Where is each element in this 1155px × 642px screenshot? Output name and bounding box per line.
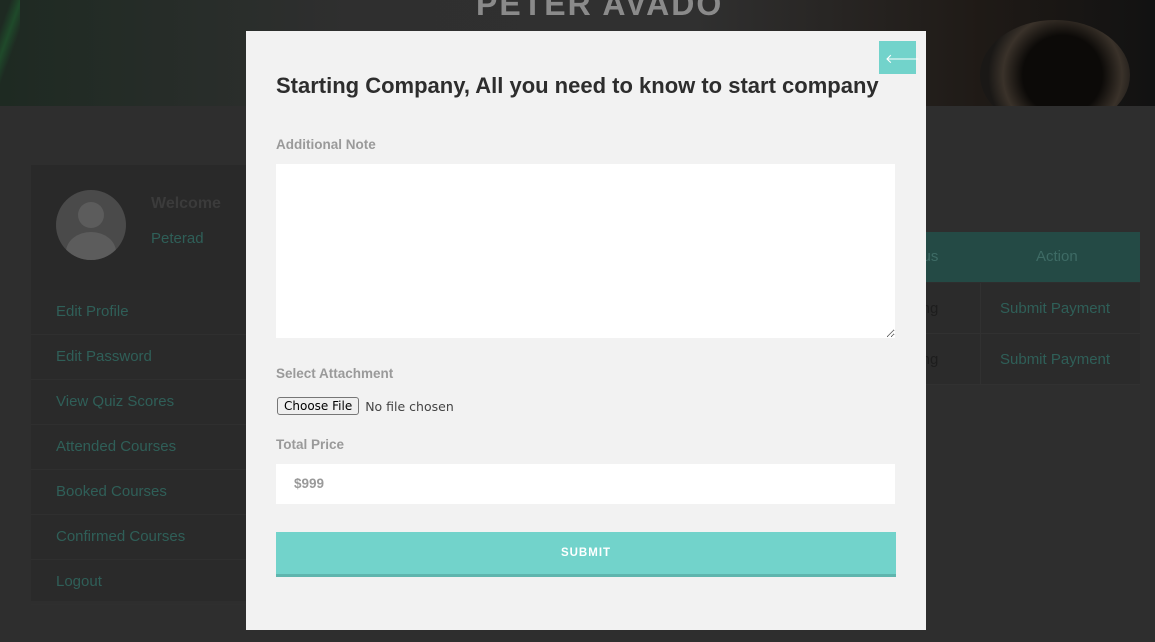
hero-decoration: [0, 0, 20, 106]
sidebar-item-quiz-scores[interactable]: View Quiz Scores: [31, 380, 246, 425]
submit-payment-link[interactable]: Submit Payment: [1000, 300, 1110, 317]
sidebar-menu: Edit Profile Edit Password View Quiz Sco…: [31, 290, 246, 605]
cell-divider: [980, 334, 981, 384]
sidebar-item-logout[interactable]: Logout: [31, 560, 246, 605]
sidebar-item-edit-password[interactable]: Edit Password: [31, 335, 246, 380]
modal-title: Starting Company, All you need to know t…: [276, 73, 879, 98]
sidebar-item-booked-courses[interactable]: Booked Courses: [31, 470, 246, 515]
attachment-label: Select Attachment: [276, 366, 394, 381]
sidebar-item-attended-courses[interactable]: Attended Courses: [31, 425, 246, 470]
payment-modal: 🡐 Starting Company, All you need to know…: [246, 31, 926, 630]
profile-card: Welcome Peterad: [31, 165, 246, 290]
total-price-label: Total Price: [276, 437, 345, 452]
back-button[interactable]: 🡐: [879, 41, 920, 74]
welcome-text: Welcome: [151, 195, 221, 212]
submit-button[interactable]: SUBMIT: [276, 532, 896, 577]
choose-file-button[interactable]: Choose File: [277, 397, 360, 415]
sidebar: Welcome Peterad Edit Profile Edit Passwo…: [31, 165, 246, 605]
hero-title: PETER AVADO: [476, 0, 724, 22]
column-header-action: Action: [1036, 248, 1078, 265]
file-input: Choose File No file chosen: [277, 396, 454, 416]
file-status-text: No file chosen: [365, 398, 454, 414]
avatar: [56, 190, 126, 260]
additional-note-textarea[interactable]: [276, 164, 895, 338]
username-link[interactable]: Peterad: [151, 230, 204, 247]
hero-image: [980, 20, 1130, 106]
total-price-field[interactable]: $999: [276, 464, 895, 504]
sidebar-item-edit-profile[interactable]: Edit Profile: [31, 290, 246, 335]
cell-divider: [980, 283, 981, 333]
arrow-left-icon: 🡐: [885, 51, 920, 66]
additional-note-label: Additional Note: [276, 137, 376, 152]
sidebar-item-confirmed-courses[interactable]: Confirmed Courses: [31, 515, 246, 560]
submit-payment-link[interactable]: Submit Payment: [1000, 351, 1110, 368]
